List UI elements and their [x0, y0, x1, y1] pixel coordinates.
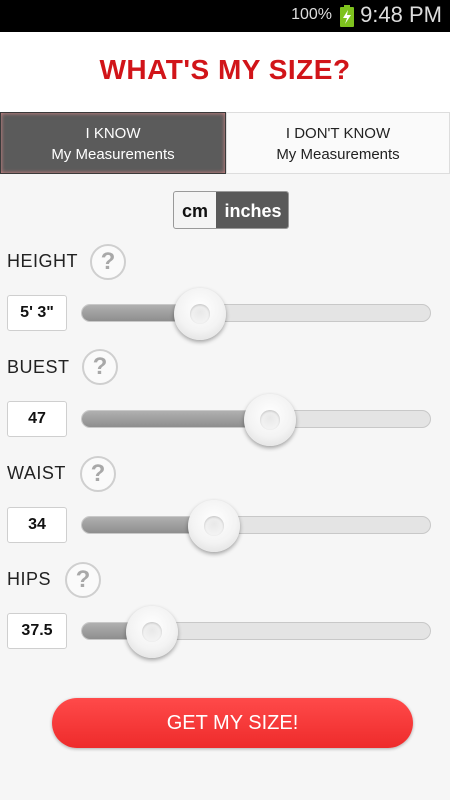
height-label: HEIGHT — [7, 251, 79, 271]
page-title: WHAT'S MY SIZE? — [99, 54, 351, 85]
status-bar: 100% 9:48 PM — [0, 0, 450, 32]
bust-slider-fill — [82, 411, 270, 427]
height-value[interactable]: 5' 3" — [7, 295, 67, 331]
tab-label-line1: I KNOW — [85, 125, 141, 142]
measurement-mode-tabs: I KNOW My Measurements I DON'T KNOW My M… — [0, 112, 450, 176]
battery-percent: 100% — [291, 6, 332, 23]
waist-slider-thumb[interactable] — [188, 500, 241, 552]
app-header: WHAT'S MY SIZE? — [0, 32, 450, 113]
hips-slider-thumb[interactable] — [125, 606, 178, 658]
tab-i-know-measurements[interactable]: I KNOW My Measurements — [0, 112, 226, 174]
bust-label: BUEST — [7, 357, 70, 377]
tab-label-line2: My Measurements — [276, 146, 400, 163]
question-mark-icon[interactable]: ? — [90, 244, 126, 280]
waist-slider[interactable] — [81, 500, 431, 552]
hips-label: HIPS — [7, 569, 52, 589]
hips-value[interactable]: 37.5 — [7, 613, 67, 649]
question-mark-icon[interactable]: ? — [82, 349, 118, 385]
clock: 9:48 PM — [360, 2, 442, 27]
battery-charging-icon — [340, 5, 354, 27]
hips-slider[interactable] — [81, 606, 431, 658]
bust-slider-thumb[interactable] — [243, 394, 296, 446]
get-my-size-button[interactable]: GET MY SIZE! — [52, 698, 413, 748]
height-slider-thumb[interactable] — [174, 288, 227, 340]
question-mark-icon[interactable]: ? — [80, 456, 116, 492]
waist-value[interactable]: 34 — [7, 507, 67, 543]
unit-inches-button[interactable]: inches — [216, 192, 288, 228]
tab-label-line1: I DON'T KNOW — [285, 125, 391, 142]
bust-slider[interactable] — [81, 394, 431, 446]
tab-i-dont-know-measurements[interactable]: I DON'T KNOW My Measurements — [226, 112, 450, 174]
question-mark-icon[interactable]: ? — [65, 562, 101, 598]
unit-toggle: cm inches — [173, 191, 289, 229]
tab-label-line2: My Measurements — [51, 146, 175, 163]
waist-label: WAIST — [7, 463, 66, 483]
unit-cm-button[interactable]: cm — [174, 192, 216, 228]
height-slider[interactable] — [81, 288, 431, 340]
bust-value[interactable]: 47 — [7, 401, 67, 437]
